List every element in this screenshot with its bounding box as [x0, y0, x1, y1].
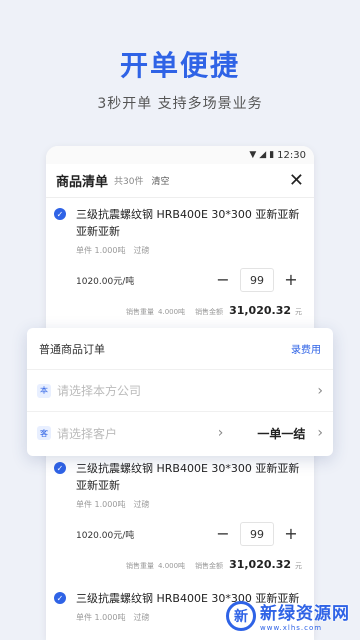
watermark-logo-icon: 新 [226, 600, 256, 631]
quantity-stepper: − 99 + [212, 268, 302, 292]
status-bar: ▼ ◢ ▮ 12:30 [46, 146, 314, 164]
minus-button[interactable]: − [212, 272, 234, 288]
customer-tag-icon: 客 [37, 426, 51, 440]
item-name: 三级抗震螺纹钢 HRB400E 30*300 亚新亚新亚新亚新 [76, 462, 300, 492]
checkbox-checked-icon[interactable]: ✓ [54, 592, 66, 604]
order-type-card: 普通商品订单 录费用 本 请选择本方公司 › 客 请选择客户 › 一单一结 › [27, 328, 333, 456]
company-placeholder: 请选择本方公司 [57, 384, 142, 398]
record-fee-link[interactable]: 录费用 [291, 341, 321, 356]
amount-unit: 元 [295, 308, 302, 316]
list-item: ✓ 三级抗震螺纹钢 HRB400E 30*300 亚新亚新亚新亚新 单件 1.0… [46, 460, 314, 571]
plus-button[interactable]: + [280, 526, 302, 542]
list-item: ✓ 三级抗震螺纹钢 HRB400E 30*300 亚新亚新亚新亚新 单件 1.0… [46, 206, 314, 317]
sheet-count: 共30件 [114, 177, 144, 187]
quantity-input[interactable]: 99 [240, 268, 274, 292]
checkbox-checked-icon[interactable]: ✓ [54, 208, 66, 220]
quantity-input[interactable]: 99 [240, 522, 274, 546]
company-selector[interactable]: 本 请选择本方公司 › [27, 370, 333, 412]
checkbox-checked-icon[interactable]: ✓ [54, 462, 66, 474]
close-icon[interactable]: ✕ [289, 171, 304, 190]
amount-unit: 元 [295, 562, 302, 570]
watermark-name: 新绿资源网 [260, 604, 350, 624]
customer-selector[interactable]: 客 请选择客户 › 一单一结 › [27, 412, 333, 454]
signal-icon: ◢ [259, 149, 267, 160]
plus-button[interactable]: + [280, 272, 302, 288]
hero-subtitle: 3秒开单 支持多场景业务 [97, 96, 263, 112]
watermark-url: www.xlhs.com [260, 624, 323, 632]
chevron-right-icon: › [217, 425, 224, 441]
minus-button[interactable]: − [212, 526, 234, 542]
item-weigh: 过磅 [133, 500, 150, 509]
item-name: 三级抗震螺纹钢 HRB400E 30*300 亚新亚新亚新亚新 [76, 208, 300, 238]
status-time: 12:30 [277, 149, 306, 161]
chevron-right-icon: › [317, 382, 323, 399]
amount-value: 31,020.32 [229, 304, 291, 317]
item-weigh: 过磅 [133, 613, 150, 622]
clear-button[interactable]: 清空 [151, 174, 169, 187]
amount-label: 销售金额 [195, 562, 224, 570]
settlement-mode[interactable]: 一单一结 [257, 425, 305, 442]
amount-value: 31,020.32 [229, 558, 291, 571]
item-unit-weight: 单件 1.000吨 [76, 246, 126, 255]
item-unit-weight: 单件 1.000吨 [76, 613, 126, 622]
amount-label: 销售金额 [195, 308, 224, 316]
weight-value: 4.000吨 [158, 562, 186, 570]
company-tag-icon: 本 [37, 383, 51, 398]
chevron-right-icon: › [317, 425, 323, 441]
order-type-title: 普通商品订单 [39, 342, 105, 356]
hero-title: 开单便捷 [119, 49, 240, 82]
wifi-icon: ▼ [249, 149, 257, 160]
item-weigh: 过磅 [133, 246, 150, 255]
customer-placeholder: 请选择客户 [57, 426, 118, 441]
battery-icon: ▮ [269, 149, 275, 160]
weight-label: 销售重量 [126, 562, 155, 570]
item-price: 1020.00元/吨 [76, 276, 135, 287]
item-unit-weight: 单件 1.000吨 [76, 500, 126, 509]
sheet-header: 商品清单 共30件 清空 ✕ [46, 164, 314, 198]
item-price: 1020.00元/吨 [76, 530, 135, 541]
weight-value: 4.000吨 [158, 308, 186, 316]
sheet-title: 商品清单 [56, 175, 109, 190]
watermark: 新 新绿资源网 www.xlhs.com [226, 599, 350, 632]
quantity-stepper: − 99 + [212, 522, 302, 546]
weight-label: 销售重量 [126, 308, 155, 316]
